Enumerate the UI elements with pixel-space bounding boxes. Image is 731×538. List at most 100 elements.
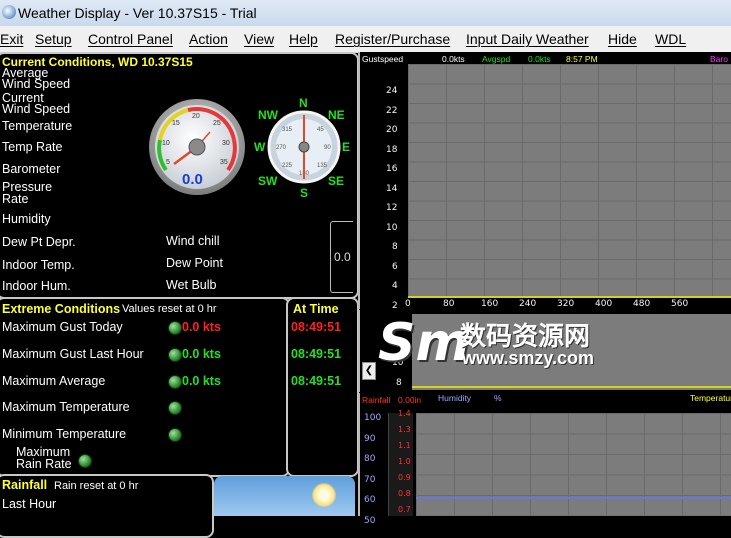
status-led bbox=[168, 348, 182, 362]
rain-y-tick: 0.8 bbox=[398, 489, 411, 498]
wind-x-tick: 0 bbox=[405, 299, 411, 309]
wind-speed-gauge[interactable]: 5 10 15 20 25 30 35 0.0 bbox=[148, 98, 246, 196]
sun-icon bbox=[312, 483, 336, 507]
rain-y-tick: 1.4 bbox=[398, 409, 411, 418]
menu-control-panel[interactable]: Control Panel bbox=[88, 26, 173, 52]
menu-help[interactable]: Help bbox=[289, 26, 318, 52]
compass-sw: SW bbox=[258, 174, 278, 188]
sky-condition-image bbox=[214, 476, 355, 516]
rain-graph-value: 0.00in bbox=[398, 395, 422, 405]
status-led bbox=[78, 454, 92, 468]
collapse-arrow-button[interactable]: ❮ bbox=[362, 362, 376, 380]
rain-reset-note: Rain reset at 0 hr bbox=[54, 480, 139, 492]
mid-y-tick: 8 bbox=[396, 378, 402, 388]
rainfall-header: Rainfall bbox=[2, 478, 48, 492]
wind-y-tick: 18 bbox=[386, 144, 398, 155]
baro-label: Baro bbox=[710, 54, 728, 64]
window-title: Weather Display - Ver 10.37S15 - Trial bbox=[18, 5, 257, 21]
compass-nw: NW bbox=[258, 108, 279, 122]
side-value: 0.0 bbox=[334, 250, 351, 264]
max-average-time: 08:49:51 bbox=[291, 374, 342, 388]
status-led bbox=[168, 321, 182, 335]
weather-app-icon[interactable] bbox=[2, 5, 16, 19]
max-gust-last-hour-label: Maximum Gust Last Hour bbox=[2, 347, 144, 361]
menu-bar: Exit Setup Control Panel Action View Hel… bbox=[0, 26, 731, 53]
rain-graph-label: Rainfall bbox=[362, 395, 391, 405]
extreme-reset-note: Values reset at 0 hr bbox=[122, 303, 217, 315]
extreme-conditions-panel: Extreme Conditions Values reset at 0 hr … bbox=[0, 297, 290, 477]
wind-y-tick: 4 bbox=[392, 281, 398, 291]
gauge-tick-label: 15 bbox=[172, 120, 180, 127]
graph-time: 8:57 PM bbox=[566, 54, 598, 64]
temperature-label: Temperature bbox=[2, 119, 73, 133]
max-gust-today-value: 0.0 kts bbox=[182, 320, 221, 334]
compass-ne: NE bbox=[328, 108, 345, 122]
wet-bulb-label: Wet Bulb bbox=[166, 278, 217, 292]
avg-label: Avgspd bbox=[482, 54, 511, 64]
compass-e: E bbox=[342, 140, 350, 154]
mid-series-line bbox=[412, 386, 731, 388]
gauge-tick-label: 10 bbox=[162, 140, 170, 147]
temperature-graph-label: Temperature bbox=[690, 393, 731, 403]
rain-y-tick: 1.1 bbox=[398, 441, 411, 450]
menu-view[interactable]: View bbox=[244, 26, 274, 52]
rainfall-panel: Rainfall Rain reset at 0 hr Last Hour bbox=[0, 474, 214, 538]
wind-y-tick: 22 bbox=[386, 105, 398, 116]
humidity-y-tick: 90 bbox=[364, 433, 376, 444]
min-temperature-label: Minimum Temperature bbox=[2, 427, 127, 441]
title-bar: Weather Display - Ver 10.37S15 - Trial bbox=[0, 0, 731, 26]
avg-speed-line bbox=[408, 296, 731, 298]
max-gust-last-hour-value: 0.0 kts bbox=[182, 347, 221, 361]
rain-y-tick: 1.3 bbox=[398, 425, 411, 434]
humidity-unit: % bbox=[494, 393, 502, 403]
dew-point-label: Dew Point bbox=[166, 256, 223, 270]
indoor-temp-label: Indoor Temp. bbox=[2, 258, 75, 272]
indoor-hum-label: Indoor Hum. bbox=[2, 279, 71, 293]
rain-humidity-graph[interactable]: Rainfall 0.00in Humidity % Temperature 1… bbox=[358, 393, 731, 526]
wind-chill-label: Wind chill bbox=[166, 234, 220, 248]
status-led bbox=[168, 375, 182, 389]
gauge-tick-label: 20 bbox=[192, 113, 200, 120]
rain-y-tick: 1.0 bbox=[398, 457, 411, 466]
humidity-label: Humidity bbox=[2, 212, 51, 226]
humidity-y-tick: 70 bbox=[364, 474, 376, 485]
wind-direction-compass[interactable]: N NE E SE S SW W NW 315 45 270 90 225 13… bbox=[254, 93, 354, 201]
menu-register-purchase[interactable]: Register/Purchase bbox=[335, 26, 450, 52]
gauge-tick-label: 35 bbox=[220, 159, 228, 166]
compass-degree: 315 bbox=[282, 127, 293, 133]
menu-exit[interactable]: Exit bbox=[0, 26, 23, 52]
avg-value: 0.0kts bbox=[528, 54, 551, 64]
at-time-panel: At Time 08:49:51 08:49:51 08:49:51 bbox=[286, 297, 359, 477]
menu-input-daily-weather[interactable]: Input Daily Weather bbox=[466, 26, 589, 52]
max-gust-today-time: 08:49:51 bbox=[291, 320, 342, 334]
menu-setup[interactable]: Setup bbox=[35, 26, 72, 52]
wind-x-tick: 400 bbox=[595, 299, 613, 309]
wind-y-tick: 20 bbox=[386, 125, 398, 135]
status-led bbox=[168, 428, 182, 442]
rain-last-hour-label: Last Hour bbox=[2, 497, 57, 511]
menu-wdl[interactable]: WDL bbox=[655, 26, 686, 52]
temp-rate-label: Temp Rate bbox=[2, 140, 63, 154]
wind-speed-graph[interactable]: Gustspeed 0.0kts Avgspd 0.0kts 8:57 PM B… bbox=[358, 52, 731, 311]
wind-plot-area bbox=[408, 64, 731, 298]
compass-s: S bbox=[300, 186, 308, 200]
pressure-rate-label: Pressure Rate bbox=[2, 180, 53, 206]
wind-y-tick: 12 bbox=[386, 203, 398, 213]
max-average-value: 0.0 kts bbox=[182, 374, 221, 388]
humidity-line bbox=[416, 497, 731, 499]
menu-action[interactable]: Action bbox=[189, 26, 228, 52]
current-conditions-panel: Current Conditions, WD 10.37S15 Average … bbox=[0, 52, 359, 299]
wind-x-tick: 480 bbox=[633, 299, 651, 309]
wind-y-tick: 16 bbox=[386, 164, 398, 174]
max-average-label: Maximum Average bbox=[2, 374, 106, 388]
gust-label: Gustspeed bbox=[362, 54, 404, 64]
dew-pt-depr-label: Dew Pt Depr. bbox=[2, 235, 76, 249]
watermark-logo-icon: Sm bbox=[378, 313, 470, 373]
wind-x-tick: 320 bbox=[557, 299, 575, 309]
lower-plot-area bbox=[416, 413, 731, 516]
watermark-url: www.smzy.com bbox=[462, 348, 595, 368]
rain-y-tick: 0.9 bbox=[398, 473, 411, 482]
gust-value: 0.0kts bbox=[442, 54, 465, 64]
side-value-box: 0.0 bbox=[330, 221, 353, 293]
menu-hide[interactable]: Hide bbox=[608, 26, 637, 52]
